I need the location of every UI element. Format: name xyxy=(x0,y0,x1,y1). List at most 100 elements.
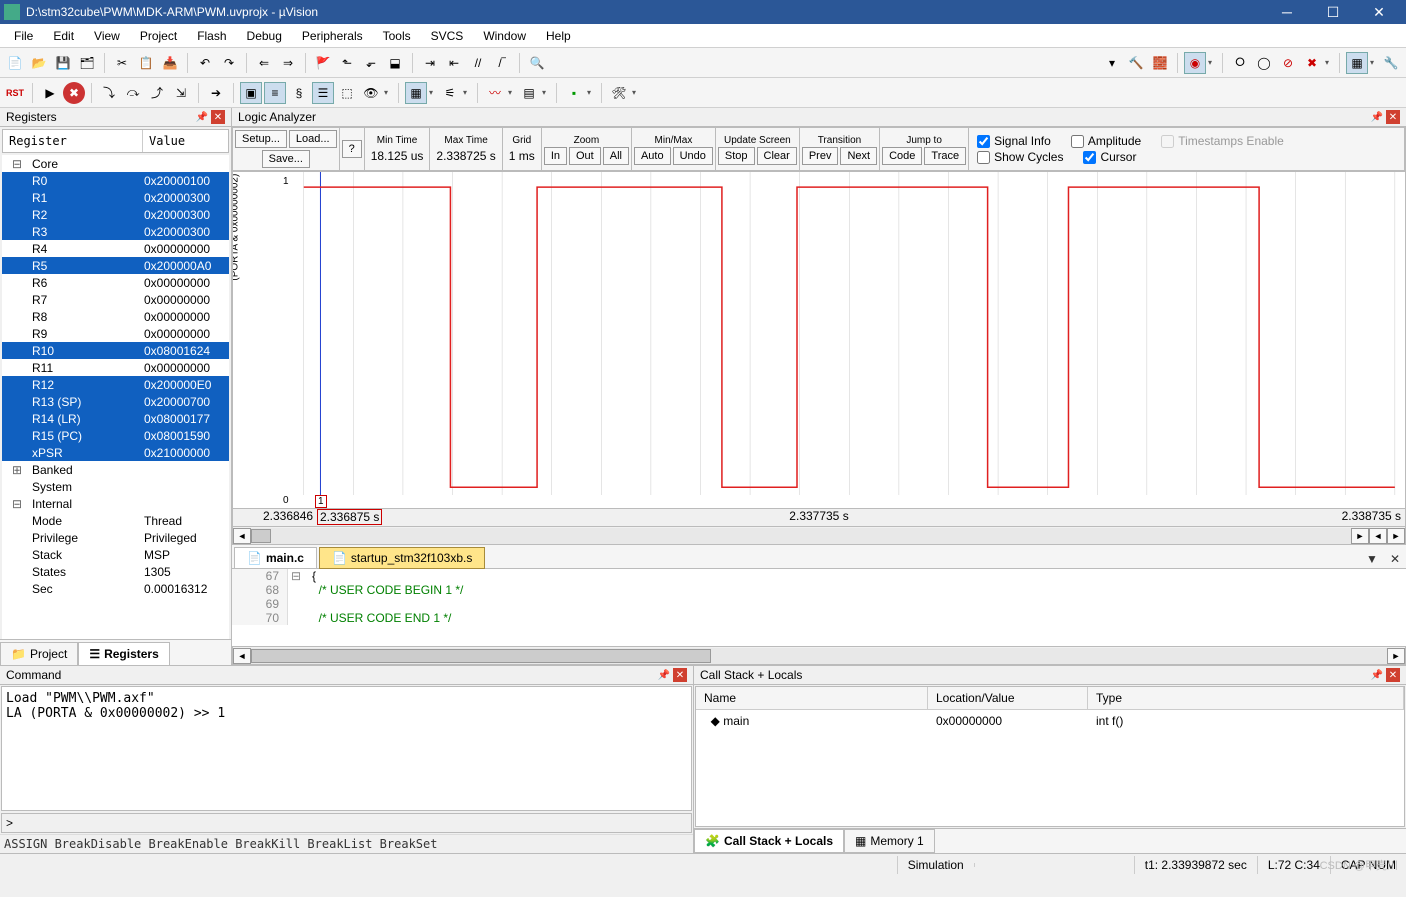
stop-icon[interactable]: ✖ xyxy=(63,82,85,104)
toolbox-icon[interactable]: 🛠 xyxy=(608,82,630,104)
rebuild-icon[interactable]: 🧱 xyxy=(1149,52,1171,74)
menu-help[interactable]: Help xyxy=(536,27,581,45)
bookmark-clear-icon[interactable]: ⬓ xyxy=(384,52,406,74)
register-group[interactable]: ⊞Banked xyxy=(2,461,229,478)
panel-close-icon[interactable]: ✕ xyxy=(673,668,687,682)
reset-cpu-icon[interactable]: RST xyxy=(4,82,26,104)
menu-file[interactable]: File xyxy=(4,27,43,45)
show-next-icon[interactable]: ➔ xyxy=(205,82,227,104)
close-button[interactable]: ✕ xyxy=(1356,0,1402,24)
tab-startup-s[interactable]: 📄 startup_stm32f103xb.s xyxy=(319,547,485,569)
memory-window-icon[interactable]: ▦ xyxy=(405,82,427,104)
pin-icon[interactable]: 📌 xyxy=(1370,110,1384,124)
bookmark-prev-icon[interactable]: ⬑ xyxy=(336,52,358,74)
menu-peripherals[interactable]: Peripherals xyxy=(292,27,373,45)
la-stop[interactable]: Stop xyxy=(718,147,755,165)
redo-icon[interactable]: ↷ xyxy=(218,52,240,74)
panel-close-icon[interactable]: ✕ xyxy=(1386,110,1400,124)
tab-memory1[interactable]: ▦ Memory 1 xyxy=(844,829,935,853)
breakpoint-kill-icon[interactable]: ✖ xyxy=(1301,52,1323,74)
la-auto[interactable]: Auto xyxy=(634,147,671,165)
la-help-button[interactable]: ? xyxy=(342,140,362,158)
registers-window-icon[interactable]: ☰ xyxy=(312,82,334,104)
command-window-icon[interactable]: ▣ xyxy=(240,82,262,104)
menu-view[interactable]: View xyxy=(84,27,130,45)
system-viewer-icon[interactable]: ▪ xyxy=(563,82,585,104)
editor-hscrollbar[interactable]: ◄► xyxy=(232,647,1406,665)
pin-icon[interactable]: 📌 xyxy=(657,668,671,682)
serial-window-icon[interactable]: ⚟ xyxy=(439,82,461,104)
register-row[interactable]: R50x200000A0 xyxy=(2,257,229,274)
la-undo[interactable]: Undo xyxy=(673,147,713,165)
register-row[interactable]: R13 (SP)0x20000700 xyxy=(2,393,229,410)
register-group[interactable]: System xyxy=(2,478,229,495)
tab-close-icon[interactable]: ✕ xyxy=(1384,550,1406,568)
register-row[interactable]: xPSR0x21000000 xyxy=(2,444,229,461)
la-jump-trace[interactable]: Trace xyxy=(924,147,966,165)
breakpoint-insert-icon[interactable]: ⭘ xyxy=(1229,52,1251,74)
la-next[interactable]: Next xyxy=(840,147,877,165)
la-load-button[interactable]: Load... xyxy=(289,130,337,148)
panel-close-icon[interactable]: ✕ xyxy=(211,110,225,124)
paste-icon[interactable]: 📥 xyxy=(159,52,181,74)
la-check-show-cycles[interactable]: Show Cycles xyxy=(973,149,1067,165)
minimize-button[interactable]: ─ xyxy=(1264,0,1310,24)
indent-icon[interactable]: ⇥ xyxy=(419,52,441,74)
comment-icon[interactable]: // xyxy=(467,52,489,74)
cut-icon[interactable]: ✂ xyxy=(111,52,133,74)
register-row[interactable]: R15 (PC)0x08001590 xyxy=(2,427,229,444)
register-row[interactable]: R60x00000000 xyxy=(2,274,229,291)
maximize-button[interactable]: ☐ xyxy=(1310,0,1356,24)
pin-icon[interactable]: 📌 xyxy=(195,110,209,124)
la-clear[interactable]: Clear xyxy=(757,147,797,165)
outdent-icon[interactable]: ⇤ xyxy=(443,52,465,74)
watch-window-icon[interactable]: 👁 xyxy=(360,82,382,104)
la-zoom-in[interactable]: In xyxy=(544,147,567,165)
register-row[interactable]: R00x20000100 xyxy=(2,172,229,189)
register-row[interactable]: R100x08001624 xyxy=(2,342,229,359)
register-row[interactable]: States1305 xyxy=(2,563,229,580)
register-row[interactable]: StackMSP xyxy=(2,546,229,563)
nav-back-icon[interactable]: ⇐ xyxy=(253,52,275,74)
code-editor[interactable]: 67⊟{68 /* USER CODE BEGIN 1 */6970 /* US… xyxy=(232,569,1406,647)
step-over-icon[interactable]: ⤼ xyxy=(122,82,144,104)
register-row[interactable]: R120x200000E0 xyxy=(2,376,229,393)
pin-icon[interactable]: 📌 xyxy=(1370,668,1384,682)
register-row[interactable]: ModeThread xyxy=(2,512,229,529)
open-file-icon[interactable]: 📂 xyxy=(28,52,50,74)
search-dropdown[interactable]: ▾ xyxy=(1101,52,1123,74)
find-in-files-icon[interactable]: 🔍 xyxy=(526,52,548,74)
save-all-icon[interactable]: 🗂 xyxy=(76,52,98,74)
tab-registers[interactable]: ☰ Registers xyxy=(78,642,169,665)
nav-fwd-icon[interactable]: ⇒ xyxy=(277,52,299,74)
register-row[interactable]: R14 (LR)0x08000177 xyxy=(2,410,229,427)
undo-icon[interactable]: ↶ xyxy=(194,52,216,74)
command-input[interactable]: > xyxy=(1,813,692,833)
tab-callstack[interactable]: 🧩 Call Stack + Locals xyxy=(694,829,844,853)
run-to-cursor-icon[interactable]: ⇲ xyxy=(170,82,192,104)
menu-tools[interactable]: Tools xyxy=(373,27,421,45)
analysis-window-icon[interactable]: 〰 xyxy=(484,82,506,104)
window-layout-icon[interactable]: ▦ xyxy=(1346,52,1368,74)
uncomment-icon[interactable]: /‾ xyxy=(491,52,513,74)
breakpoint-disable-icon[interactable]: ⊘ xyxy=(1277,52,1299,74)
bookmark-icon[interactable]: 🚩 xyxy=(312,52,334,74)
register-row[interactable]: R80x00000000 xyxy=(2,308,229,325)
la-check-signal-info[interactable]: Signal Info xyxy=(973,133,1055,149)
la-hscrollbar[interactable]: ◄► ◄► xyxy=(232,527,1406,545)
tab-dropdown-icon[interactable]: ▼ xyxy=(1360,550,1384,568)
new-file-icon[interactable]: 📄 xyxy=(4,52,26,74)
symbols-icon[interactable]: § xyxy=(288,82,310,104)
la-save-button[interactable]: Save... xyxy=(262,150,310,168)
logic-analyzer-plot[interactable]: (PORTA & 0x00000002) >> 1 1 0 1 xyxy=(232,171,1406,509)
menu-edit[interactable]: Edit xyxy=(43,27,84,45)
register-row[interactable]: R10x20000300 xyxy=(2,189,229,206)
save-icon[interactable]: 💾 xyxy=(52,52,74,74)
step-into-icon[interactable]: ⤵ xyxy=(98,82,120,104)
menu-debug[interactable]: Debug xyxy=(237,27,292,45)
la-setup-button[interactable]: Setup... xyxy=(235,130,287,148)
disassembly-icon[interactable]: ≡ xyxy=(264,82,286,104)
menu-flash[interactable]: Flash xyxy=(187,27,236,45)
step-out-icon[interactable]: ⤴ xyxy=(146,82,168,104)
menu-window[interactable]: Window xyxy=(473,27,536,45)
